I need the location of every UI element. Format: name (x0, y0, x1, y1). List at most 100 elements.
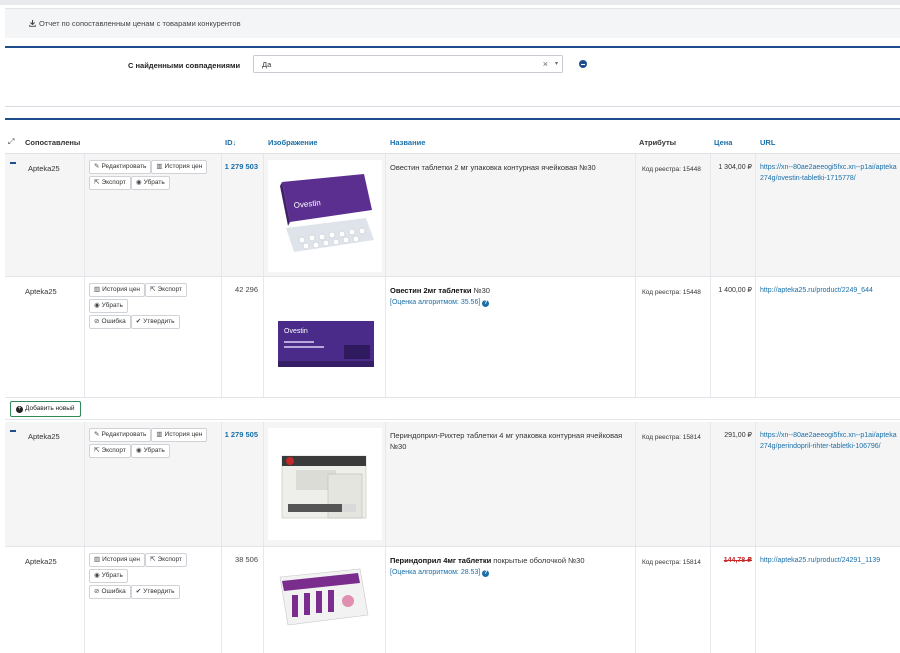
help-icon[interactable]: ? (482, 570, 490, 577)
help-icon[interactable]: ? (482, 300, 490, 307)
header-attrs: Атрибуты (639, 138, 677, 147)
hide-button[interactable]: ◉ Убрать (89, 299, 128, 313)
collapse-icon[interactable] (10, 162, 16, 164)
export-button-label: Экспорт (157, 286, 182, 293)
product-url[interactable]: https://xn--80ae2aeeogi5fxc.xn--p1ai/apt… (760, 430, 900, 452)
registry-code: Код реестра: 15448 (642, 289, 701, 296)
pencil-icon: ✎ (94, 431, 100, 438)
eye-icon: ◉ (94, 302, 100, 309)
report-link[interactable]: Отчет по сопоставленным ценам с товарами… (29, 19, 241, 28)
product-url[interactable]: http://apteka25.ru/product/2249_644 (760, 285, 900, 296)
download-icon (29, 20, 36, 27)
table-row: Apteka25 ✎ Редактировать ▥ История цен ⇱ Экс… (5, 154, 900, 277)
product-id-link[interactable]: 1 279 505 (225, 430, 258, 439)
approve-button[interactable]: ✔ Утвердить (130, 585, 180, 599)
product-url[interactable]: http://apteka25.ru/product/24291_1139 (760, 555, 900, 566)
error-button[interactable]: ⊘ Ошибка (89, 585, 131, 599)
report-link-label: Отчет по сопоставленным ценам с товарами… (39, 19, 241, 28)
registry-code: Код реестра: 15814 (642, 559, 701, 566)
product-image[interactable]: Ovestin (268, 160, 382, 272)
hide-button-label: Убрать (143, 447, 165, 454)
add-new-button-label: Добавить новый (25, 405, 75, 412)
eye-icon: ◉ (135, 447, 142, 454)
ban-icon: ⊘ (94, 588, 100, 595)
chevron-down-icon[interactable]: ▾ (555, 60, 558, 67)
algorithm-score[interactable]: [Оценка алгоритмом: 28.53] ? (390, 569, 490, 577)
collapse-icon[interactable] (10, 430, 16, 432)
ban-icon: ⊘ (94, 318, 100, 325)
header-name[interactable]: Название (390, 138, 425, 147)
header-url[interactable]: URL (760, 138, 775, 147)
row-actions: ▥ История цен ⇱ Экспорт ◉ Убрать ⊘ Ошибка ✔ Утв… (89, 283, 217, 331)
product-price: 1 304,00 ₽ (718, 164, 752, 171)
filter-panel: С найденными совпадениями Да × ▾ (5, 46, 900, 107)
export-button[interactable]: ⇱ Экспорт (145, 283, 187, 297)
perindopril-box-image (268, 428, 382, 540)
edit-button[interactable]: ✎ Редактировать (89, 160, 152, 174)
table-header: ⤢ Сопоставлены ID↓ Изображение Название … (5, 120, 900, 154)
algorithm-score-label: [Оценка алгоритмом: 28.53] (390, 569, 481, 576)
algorithm-score[interactable]: [Оценка алгоритмом: 35.56] ? (390, 299, 490, 307)
eye-icon: ◉ (94, 572, 100, 579)
price-history-button[interactable]: ▥ История цен (89, 283, 146, 297)
row-actions: ✎ Редактировать ▥ История цен ⇱ Экспорт ◉ Убра… (89, 160, 217, 192)
pencil-icon: ✎ (94, 163, 100, 170)
edit-button[interactable]: ✎ Редактировать (89, 428, 152, 442)
ovestin-box-image: Ovestin (268, 283, 382, 395)
table-row: Apteka25 ▥ История цен ⇱ Экспорт ◉ Убрать ⊘ О… (5, 547, 900, 653)
clear-icon[interactable]: × (543, 59, 548, 69)
chart-icon: ▥ (156, 163, 163, 170)
report-bar: Отчет по сопоставленным ценам с товарами… (5, 8, 900, 38)
export-button[interactable]: ⇱ Экспорт (89, 176, 131, 190)
registry-code: Код реестра: 15448 (642, 166, 701, 173)
store-name: Apteka25 (25, 287, 57, 296)
product-id-link[interactable]: 1 279 503 (225, 162, 258, 171)
product-url[interactable]: https://xn--80ae2aeeogi5fxc.xn--p1ai/apt… (760, 162, 900, 184)
product-name: Периндоприл-Рихтер таблетки 4 мг упаковк… (390, 431, 623, 451)
store-name: Apteka25 (28, 432, 60, 441)
remove-filter-icon[interactable] (579, 60, 587, 68)
price-history-button[interactable]: ▥ История цен (151, 428, 208, 442)
product-image[interactable]: Ovestin (268, 283, 382, 395)
header-id[interactable]: ID↓ (225, 138, 236, 147)
expand-all-icon[interactable]: ⤢ (8, 137, 14, 147)
hide-button[interactable]: ◉ Убрать (130, 444, 170, 458)
matches-filter-select[interactable]: Да × ▾ (253, 55, 563, 73)
table-row: Apteka25 ▥ История цен ⇱ Экспорт ◉ Убрать ⊘ О… (5, 277, 900, 398)
export-button-label: Экспорт (101, 447, 126, 454)
price-history-button[interactable]: ▥ История цен (89, 553, 146, 567)
export-button[interactable]: ⇱ Экспорт (89, 444, 131, 458)
product-id: 42 296 (235, 285, 258, 294)
product-image[interactable] (268, 553, 382, 648)
add-new-button[interactable]: + Добавить новый (10, 401, 81, 417)
error-button-label: Ошибка (101, 318, 126, 325)
filter-selected-value: Да (262, 60, 272, 69)
approve-button[interactable]: ✔ Утвердить (130, 315, 180, 329)
hide-button-label: Убрать (101, 572, 123, 579)
hide-button[interactable]: ◉ Убрать (89, 569, 128, 583)
header-price[interactable]: Цена (714, 138, 732, 147)
error-button[interactable]: ⊘ Ошибка (89, 315, 131, 329)
chart-icon: ▥ (94, 286, 101, 293)
product-name-rest: покрытые оболочкой №30 (491, 556, 585, 565)
export-icon: ⇱ (94, 179, 100, 186)
export-button[interactable]: ⇱ Экспорт (145, 553, 187, 567)
table-row: Apteka25 ✎ Редактировать ▥ История цен ⇱ Экс… (5, 422, 900, 547)
product-price: 1 400,00 ₽ (718, 287, 752, 294)
header-id-label: ID (225, 138, 233, 147)
price-history-button-label: История цен (164, 163, 203, 170)
ovestin-box-image: Ovestin (268, 160, 382, 272)
hide-button[interactable]: ◉ Убрать (130, 176, 170, 190)
top-strip (0, 0, 900, 5)
store-name: Apteka25 (28, 164, 60, 173)
price-history-button[interactable]: ▥ История цен (151, 160, 208, 174)
check-icon: ✔ (135, 588, 142, 595)
export-icon: ⇱ (150, 286, 156, 293)
product-image[interactable] (268, 428, 382, 540)
filter-label: С найденными совпадениями (128, 61, 241, 70)
header-image[interactable]: Изображение (268, 138, 318, 147)
hide-button-label: Убрать (101, 302, 123, 309)
sort-desc-icon: ↓ (232, 138, 237, 147)
approve-button-label: Утвердить (143, 588, 175, 595)
error-button-label: Ошибка (101, 588, 126, 595)
